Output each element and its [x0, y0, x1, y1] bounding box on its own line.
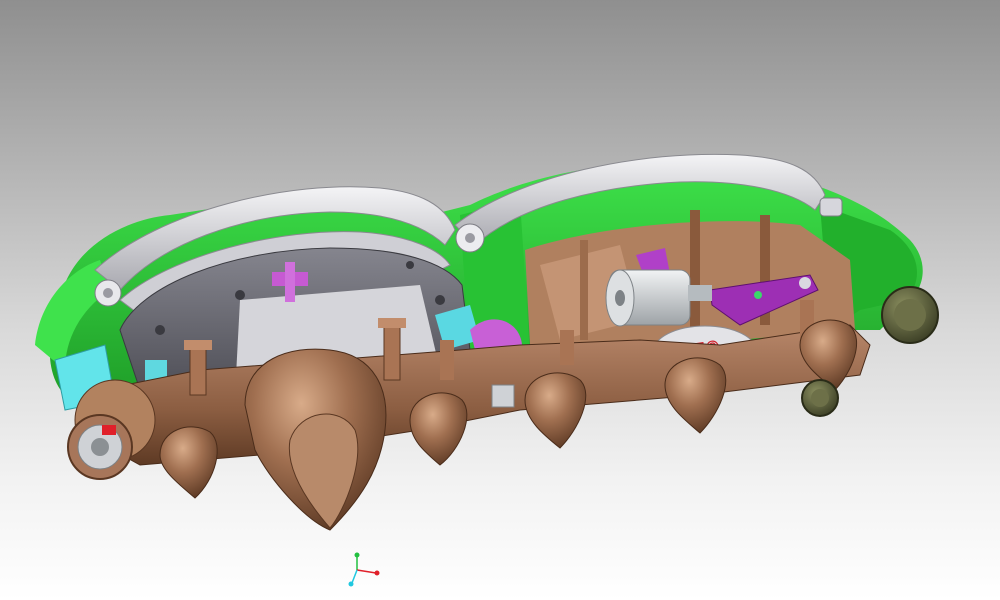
z-axis-line [351, 569, 358, 584]
x-axis-tip [374, 570, 380, 576]
assembly-render: Z0 [35, 153, 939, 587]
front-left-wheel [67, 414, 133, 480]
axis-triad [348, 552, 380, 587]
y-axis-tip [354, 552, 360, 558]
cad-3d-viewport[interactable]: Z0 [0, 0, 1000, 600]
x-axis-line [356, 569, 377, 574]
z-axis-tip [348, 581, 354, 587]
